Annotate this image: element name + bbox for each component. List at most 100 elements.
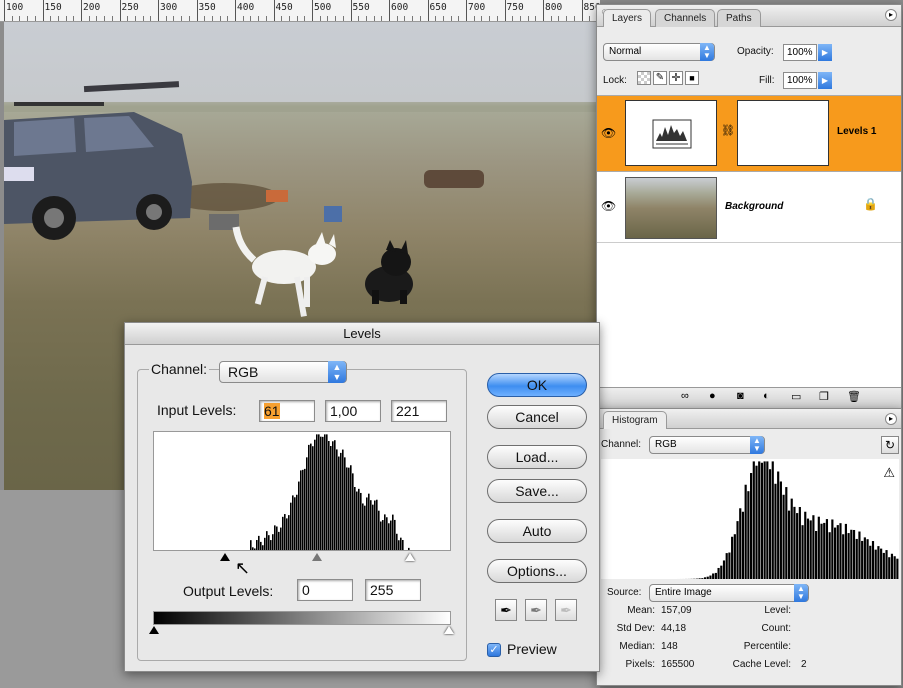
opacity-input[interactable]: 100% bbox=[783, 44, 817, 61]
fill-slider-arrow-icon[interactable]: ▶ bbox=[818, 72, 832, 89]
ruler-tick bbox=[389, 0, 390, 21]
tab-histogram[interactable]: Histogram bbox=[603, 411, 667, 429]
layer-name[interactable]: Levels 1 bbox=[837, 126, 876, 137]
new-group-icon[interactable]: ▭ bbox=[791, 390, 801, 403]
layer-name[interactable]: Background bbox=[725, 201, 783, 212]
histogram-bar bbox=[284, 514, 286, 550]
histogram-bar bbox=[831, 519, 834, 579]
lock-move-icon[interactable]: ✛ bbox=[669, 71, 683, 85]
white-point-slider[interactable] bbox=[405, 553, 415, 561]
ruler-label: 150 bbox=[44, 2, 62, 13]
input-gamma-field[interactable]: 1,00 bbox=[325, 400, 381, 422]
preview-checkbox[interactable]: ✓ bbox=[487, 643, 501, 657]
gamma-slider[interactable] bbox=[312, 553, 322, 561]
dialog-title: Levels bbox=[125, 323, 599, 345]
lock-paint-icon[interactable]: ✎ bbox=[653, 71, 667, 85]
warning-icon[interactable]: ⚠ bbox=[883, 465, 895, 481]
add-mask-icon[interactable]: ◙ bbox=[737, 390, 744, 402]
adjustment-thumbnail[interactable] bbox=[625, 100, 717, 166]
blend-mode-select[interactable]: Normal ▲ ▼ bbox=[603, 43, 715, 61]
histogram-bar bbox=[893, 556, 896, 579]
histogram-bar bbox=[318, 434, 320, 550]
channel-label: Channel: bbox=[149, 361, 210, 377]
save-button[interactable]: Save... bbox=[487, 479, 587, 503]
output-black-field[interactable]: 0 bbox=[297, 579, 353, 601]
new-adjustment-icon[interactable]: ◐ bbox=[763, 390, 770, 402]
histogram-bar bbox=[709, 575, 712, 579]
channel-select[interactable]: RGB ▲ ▼ bbox=[219, 361, 347, 383]
black-eyedropper-icon[interactable]: ✒ bbox=[495, 599, 517, 621]
new-layer-icon[interactable]: ❐ bbox=[819, 390, 829, 403]
ruler-label: 400 bbox=[237, 2, 255, 13]
layer-mask-thumbnail[interactable] bbox=[737, 100, 829, 166]
ruler-minor-tick bbox=[296, 16, 298, 21]
input-black-field[interactable]: 61 bbox=[259, 400, 315, 422]
ruler-tick bbox=[312, 0, 313, 21]
histogram-channel-select[interactable]: RGB ▲ ▼ bbox=[649, 436, 765, 454]
histogram-bar bbox=[296, 494, 298, 550]
tab-paths[interactable]: Paths bbox=[717, 9, 761, 27]
histogram-bar bbox=[703, 577, 707, 579]
histogram-bar bbox=[880, 548, 883, 579]
histogram-bar bbox=[836, 525, 839, 579]
panel-menu-icon[interactable]: ▸ bbox=[885, 9, 897, 21]
stat-label: Count: bbox=[761, 623, 791, 634]
tab-channels[interactable]: Channels bbox=[655, 9, 716, 27]
ruler-minor-tick bbox=[335, 16, 337, 21]
link-chain-icon[interactable]: ⛓ bbox=[721, 124, 735, 137]
lock-transparent-icon[interactable] bbox=[637, 71, 651, 85]
source-label: Source: bbox=[607, 587, 642, 598]
histogram-bar bbox=[276, 526, 278, 550]
fill-input[interactable]: 100% bbox=[783, 72, 817, 89]
gray-eyedropper-icon[interactable]: ✒ bbox=[525, 599, 547, 621]
ok-button[interactable]: OK bbox=[487, 373, 587, 397]
panel-menu-icon[interactable]: ▸ bbox=[885, 413, 897, 425]
trash-icon[interactable]: 🗑 bbox=[847, 390, 861, 403]
histogram-bar bbox=[288, 515, 290, 550]
link-layers-icon[interactable]: ∞ bbox=[681, 390, 689, 402]
histogram-bar bbox=[280, 527, 282, 550]
black-point-slider[interactable] bbox=[220, 553, 230, 561]
refresh-icon[interactable]: ↻ bbox=[881, 436, 899, 454]
stat-label: Percentile: bbox=[743, 641, 791, 652]
load-button[interactable]: Load... bbox=[487, 445, 587, 469]
histogram-bar bbox=[338, 456, 340, 550]
histogram-bar bbox=[825, 519, 829, 579]
select-arrows-icon: ▲ ▼ bbox=[794, 584, 808, 602]
options-button[interactable]: Options... bbox=[487, 559, 587, 583]
white-eyedropper-icon[interactable]: ✒ bbox=[555, 599, 577, 621]
lock-all-icon[interactable]: ■ bbox=[685, 71, 699, 85]
histogram-bar bbox=[344, 457, 346, 550]
layer-style-icon[interactable]: ● bbox=[709, 390, 716, 402]
source-value: Entire Image bbox=[655, 587, 712, 598]
ruler-minor-tick bbox=[304, 16, 306, 21]
input-white-field[interactable]: 221 bbox=[391, 400, 447, 422]
histogram-bar bbox=[396, 533, 398, 550]
tab-layers[interactable]: Layers bbox=[603, 9, 652, 27]
histogram-bar bbox=[852, 529, 856, 579]
ruler-tick bbox=[466, 0, 467, 21]
histogram-bar bbox=[334, 440, 336, 550]
background-thumbnail[interactable] bbox=[625, 177, 717, 239]
opacity-slider-arrow-icon[interactable]: ▶ bbox=[818, 44, 832, 61]
ruler-tick bbox=[196, 0, 198, 21]
ruler-minor-tick bbox=[250, 16, 252, 21]
output-white-slider[interactable] bbox=[444, 626, 454, 634]
cancel-button[interactable]: Cancel bbox=[487, 405, 587, 429]
histogram-bar bbox=[336, 449, 338, 550]
histogram-bar bbox=[885, 550, 888, 579]
ruler-minor-tick bbox=[489, 16, 491, 21]
ruler-tick bbox=[235, 0, 236, 21]
layer-row-background[interactable]: 👁 Background 🔒 bbox=[597, 173, 901, 243]
histogram-bar bbox=[774, 483, 777, 579]
visibility-eye-icon[interactable]: 👁 bbox=[601, 126, 616, 140]
source-select[interactable]: Entire Image ▲ ▼ bbox=[649, 584, 809, 602]
histogram-bar bbox=[777, 471, 780, 579]
fill-label: Fill: bbox=[759, 75, 775, 86]
histogram-bar bbox=[328, 441, 330, 550]
output-black-slider[interactable] bbox=[149, 626, 159, 634]
layer-row-levels[interactable]: 👁 ⛓ Levels 1 bbox=[597, 96, 901, 172]
visibility-eye-icon[interactable]: 👁 bbox=[601, 199, 616, 213]
output-white-field[interactable]: 255 bbox=[365, 579, 421, 601]
auto-button[interactable]: Auto bbox=[487, 519, 587, 543]
